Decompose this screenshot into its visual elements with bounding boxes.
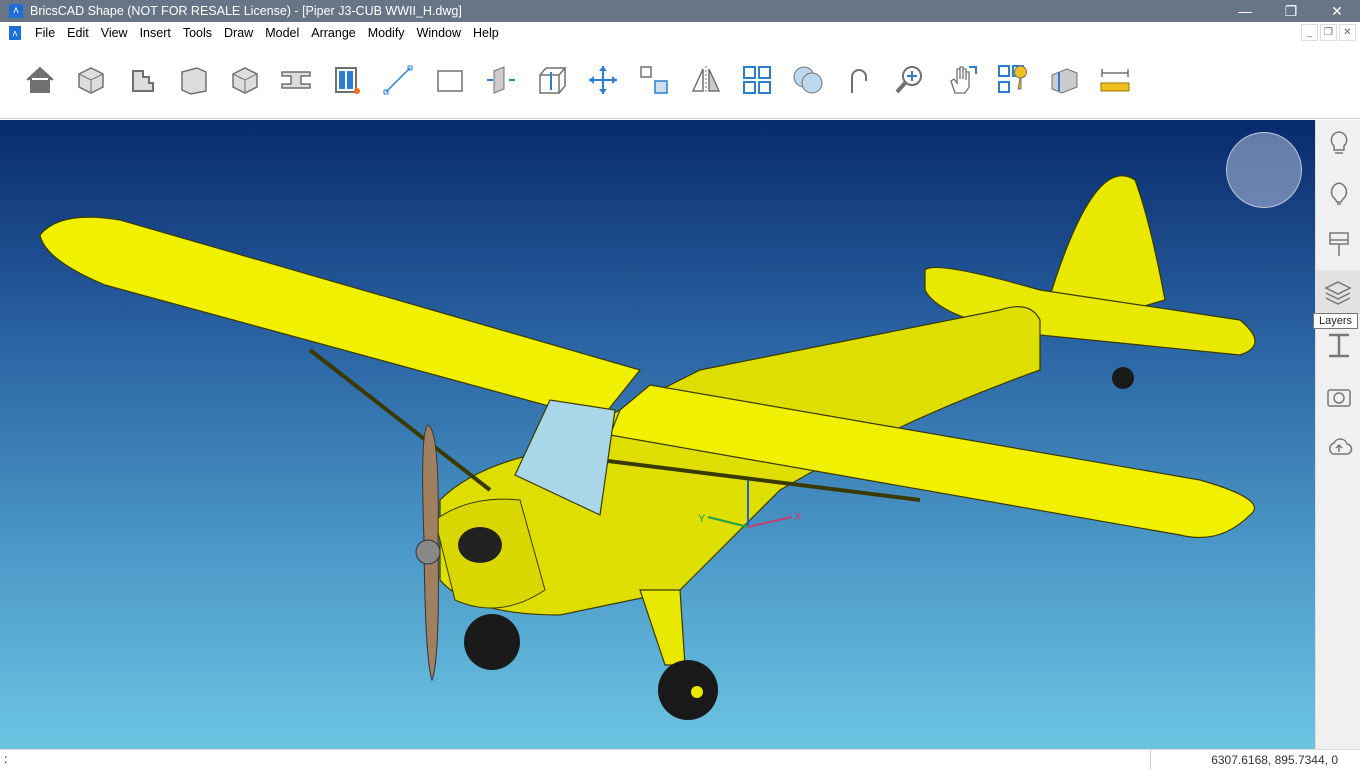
union-icon: [793, 66, 823, 94]
mirror-button[interactable]: [689, 63, 723, 97]
push-pull-button[interactable]: [484, 63, 518, 97]
menu-tools[interactable]: Tools: [177, 26, 218, 40]
toolbar: [0, 43, 1360, 119]
extrude-box-button[interactable]: [535, 63, 569, 97]
home-button[interactable]: [23, 63, 57, 97]
pan-icon: [949, 66, 977, 94]
menu-draw[interactable]: Draw: [218, 26, 259, 40]
menu-view[interactable]: View: [95, 26, 134, 40]
cloud-upload-panel-button[interactable]: [1325, 432, 1353, 460]
wall-button[interactable]: [177, 63, 211, 97]
move-icon: [589, 66, 618, 94]
window-button[interactable]: [330, 63, 364, 97]
menu-bar: ʌ File Edit View Insert Tools Draw Model…: [0, 22, 1360, 43]
lightbulb-icon: [1330, 131, 1348, 154]
app-logo-icon: ʌ: [9, 4, 23, 18]
lightbulb-panel-button[interactable]: [1325, 129, 1353, 157]
coordinates-readout: 6307.6168, 895.7344, 0: [1211, 753, 1338, 767]
wall-icon: [180, 67, 207, 95]
balloon-panel-button[interactable]: [1325, 180, 1353, 208]
copy-icon: [640, 66, 669, 94]
array-button[interactable]: [740, 63, 774, 97]
extrude-box-icon: [539, 67, 567, 94]
menu-insert[interactable]: Insert: [134, 26, 177, 40]
menu-arrange[interactable]: Arrange: [305, 26, 361, 40]
rectangle-button[interactable]: [433, 63, 467, 97]
layers-icon: [1324, 281, 1352, 305]
ucs-x-label: X: [794, 511, 802, 523]
camera-panel-button[interactable]: [1325, 382, 1353, 410]
command-line[interactable]: :: [4, 752, 7, 766]
stairs-button[interactable]: [125, 63, 159, 97]
brush-panel-button[interactable]: [1325, 230, 1353, 258]
copy-button[interactable]: [637, 63, 671, 97]
array-icon: [742, 66, 771, 94]
beam-button[interactable]: [279, 63, 313, 97]
menu-edit[interactable]: Edit: [61, 26, 95, 40]
move-button[interactable]: [586, 63, 620, 97]
window-title: BricsCAD Shape (NOT FOR RESALE License) …: [30, 4, 462, 18]
restore-button[interactable]: ❐: [1268, 0, 1314, 22]
model-viewport[interactable]: Y X: [0, 120, 1315, 749]
line-button[interactable]: [381, 63, 415, 97]
airplane-model: Y X: [39, 175, 1256, 720]
push-pull-icon: [486, 66, 515, 94]
ucs-y-label: Y: [698, 513, 706, 525]
beam-icon: [281, 71, 311, 89]
layers-panel-button[interactable]: [1316, 270, 1360, 315]
title-bar: ʌ BricsCAD Shape (NOT FOR RESALE License…: [0, 0, 1360, 22]
zoom-icon: [895, 66, 923, 94]
doc-restore-button[interactable]: ❐: [1320, 24, 1337, 41]
visual-style-icon: [997, 65, 1027, 93]
visual-style-button[interactable]: [996, 63, 1030, 97]
rotate-icon: [851, 69, 868, 93]
section-icon: [1051, 68, 1078, 94]
menu-help[interactable]: Help: [467, 26, 505, 40]
solid-brick-button[interactable]: [74, 63, 108, 97]
pan-button[interactable]: [945, 63, 979, 97]
cloud-upload-icon: [1329, 438, 1353, 455]
mirror-icon: [691, 66, 720, 94]
rotate-button[interactable]: [842, 63, 876, 97]
rectangle-icon: [436, 70, 463, 92]
app-menu-icon[interactable]: ʌ: [9, 25, 21, 40]
union-button[interactable]: [791, 63, 825, 97]
line-icon: [383, 65, 413, 95]
measure-icon: [1100, 69, 1130, 92]
box-button[interactable]: [228, 63, 262, 97]
section-button[interactable]: [1047, 63, 1081, 97]
menu-file[interactable]: File: [29, 26, 61, 40]
beam-profile-panel-button[interactable]: [1325, 331, 1353, 359]
left-wing: [39, 216, 642, 421]
minimize-button[interactable]: —: [1222, 0, 1268, 22]
stairs-icon: [132, 70, 155, 92]
doc-close-button[interactable]: ✕: [1339, 24, 1356, 41]
tooltip: Layers: [1313, 313, 1359, 329]
menu-modify[interactable]: Modify: [362, 26, 411, 40]
box-icon: [232, 67, 258, 94]
zoom-button[interactable]: [893, 63, 927, 97]
solid-brick-icon: [78, 67, 104, 94]
camera-icon: [1327, 388, 1351, 407]
right-panel: [1315, 120, 1360, 749]
menu-model[interactable]: Model: [259, 26, 305, 40]
measure-button[interactable]: [1098, 63, 1132, 97]
close-button[interactable]: ✕: [1314, 0, 1360, 22]
brush-icon: [1329, 232, 1349, 256]
menu-window[interactable]: Window: [411, 26, 467, 40]
window-icon: [335, 67, 361, 94]
doc-minimize-button[interactable]: _: [1301, 24, 1318, 41]
balloon-icon: [1330, 181, 1348, 205]
status-bar: : 6307.6168, 895.7344, 0: [0, 749, 1360, 769]
beam-profile-icon: [1329, 333, 1349, 358]
home-icon: [26, 66, 54, 93]
landing-gear-strut: [639, 589, 686, 666]
